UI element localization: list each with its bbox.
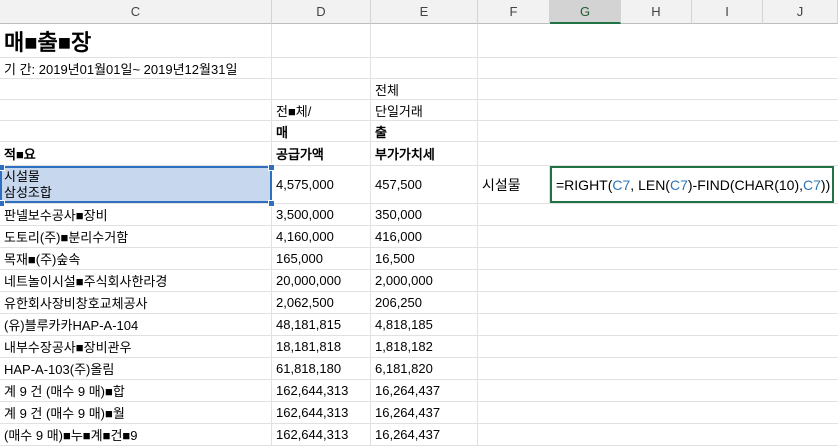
table-row: (유)블루카카HAP-A-104 48,181,815 4,818,185 <box>0 314 838 336</box>
report-title[interactable]: 매■출■장 <box>0 24 272 57</box>
cell[interactable] <box>272 58 371 78</box>
formula-part: )) <box>820 176 831 193</box>
formula-part: )-FIND(CHAR(10), <box>687 176 803 193</box>
column-header-e[interactable]: E <box>371 0 478 24</box>
formula-part: , LEN( <box>630 176 670 193</box>
vat-cell[interactable]: 206,250 <box>371 292 478 313</box>
table-row: 도토리(주)■분리수거함 4,160,000 416,000 <box>0 226 838 248</box>
column-header-g[interactable]: G <box>550 0 621 24</box>
supply-amount-cell[interactable]: 4,160,000 <box>272 226 371 247</box>
cell[interactable] <box>371 24 478 57</box>
header-whole[interactable]: 전■체/ <box>272 100 371 120</box>
column-header-j[interactable]: J <box>763 0 838 24</box>
row-header-2: 전■체/ 단일거래 <box>0 100 838 121</box>
selected-cell-c7[interactable]: 시설물 삼성조합 <box>0 166 272 203</box>
row-header-1: 전체 <box>0 79 838 100</box>
cell[interactable] <box>371 58 478 78</box>
description-cell[interactable]: 계 9 건 (매수 9 매)■합 <box>0 380 272 401</box>
row-header-3: 매 출 <box>0 121 838 142</box>
cell-line-1: 시설물 <box>4 168 40 184</box>
header-single-transaction[interactable]: 단일거래 <box>371 100 478 120</box>
table-row: 목재■(주)숲속 165,000 16,500 <box>0 248 838 270</box>
column-header-i[interactable]: I <box>692 0 763 24</box>
header-sales-2[interactable]: 출 <box>371 121 478 141</box>
cell-line-2: 삼성조합 <box>4 184 52 200</box>
formula-ref: C7 <box>669 176 688 193</box>
vat-cell[interactable]: 16,264,437 <box>371 380 478 401</box>
column-header-h[interactable]: H <box>621 0 692 24</box>
description-cell[interactable]: 내부수장공사■장비관우 <box>0 336 272 357</box>
vat-cell[interactable]: 6,181,820 <box>371 358 478 379</box>
header-supply-amount[interactable]: 공급가액 <box>272 142 371 165</box>
formula-ref: C7 <box>612 176 631 193</box>
vat-cell[interactable]: 350,000 <box>371 204 478 225</box>
fill-handle[interactable] <box>268 200 275 207</box>
header-vat[interactable]: 부가가치세 <box>371 142 478 165</box>
description-cell[interactable]: (유)블루카카HAP-A-104 <box>0 314 272 335</box>
header-description[interactable]: 적■요 <box>0 142 272 165</box>
supply-amount-cell[interactable]: 2,062,500 <box>272 292 371 313</box>
vat-cell[interactable]: 16,264,437 <box>371 402 478 423</box>
vat-cell[interactable]: 4,818,185 <box>371 314 478 335</box>
vat-cell[interactable]: 1,818,182 <box>371 336 478 357</box>
vat-cell[interactable]: 16,264,437 <box>371 424 478 445</box>
header-total[interactable]: 전체 <box>371 79 478 99</box>
selection-handle[interactable] <box>268 164 275 171</box>
supply-amount-cell[interactable]: 18,181,818 <box>272 336 371 357</box>
cell[interactable] <box>0 79 272 99</box>
amount-cell[interactable]: 4,575,000 <box>272 166 371 203</box>
table-row: 유한회사장비창호교체공사 2,062,500 206,250 <box>0 292 838 314</box>
vat-cell[interactable]: 2,000,000 <box>371 270 478 291</box>
table-row: 네트놀이시설■주식회사한라경 20,000,000 2,000,000 <box>0 270 838 292</box>
cell[interactable] <box>0 100 272 120</box>
supply-amount-cell[interactable]: 162,644,313 <box>272 380 371 401</box>
cell[interactable] <box>272 79 371 99</box>
header-sales-1[interactable]: 매 <box>272 121 371 141</box>
supply-amount-cell[interactable]: 162,644,313 <box>272 402 371 423</box>
formula-edit-cell-g7[interactable]: =RIGHT(C7, LEN(C7)-FIND(CHAR(10), C7)) <box>550 166 834 203</box>
description-cell[interactable]: 계 9 건 (매수 9 매)■월 <box>0 402 272 423</box>
supply-amount-cell[interactable]: 48,181,815 <box>272 314 371 335</box>
vat-cell[interactable]: 16,500 <box>371 248 478 269</box>
description-cell[interactable]: (매수 9 매)■누■계■건■9 <box>0 424 272 445</box>
description-cell[interactable]: 네트놀이시설■주식회사한라경 <box>0 270 272 291</box>
formula-part: =RIGHT( <box>556 176 613 193</box>
table-row: HAP-A-103(주)올림 61,818,180 6,181,820 <box>0 358 838 380</box>
supply-amount-cell[interactable]: 20,000,000 <box>272 270 371 291</box>
table-row: 계 9 건 (매수 9 매)■월 162,644,313 16,264,437 <box>0 402 838 424</box>
row-column-titles: 적■요 공급가액 부가가치세 <box>0 142 838 166</box>
cell[interactable] <box>0 121 272 141</box>
supply-amount-cell[interactable]: 165,000 <box>272 248 371 269</box>
table-row: 내부수장공사■장비관우 18,181,818 1,818,182 <box>0 336 838 358</box>
row-title: 매■출■장 <box>0 24 838 58</box>
period-text[interactable]: 기 간: 2019년01월01일~ 2019년12월31일 <box>0 58 272 78</box>
tax-cell[interactable]: 457,500 <box>371 166 478 203</box>
supply-amount-cell[interactable]: 3,500,000 <box>272 204 371 225</box>
description-cell[interactable]: 도토리(주)■분리수거함 <box>0 226 272 247</box>
description-cell[interactable]: 유한회사장비창호교체공사 <box>0 292 272 313</box>
vat-cell[interactable]: 416,000 <box>371 226 478 247</box>
result-cell-f7[interactable]: 시설물 <box>478 166 550 203</box>
supply-amount-cell[interactable]: 162,644,313 <box>272 424 371 445</box>
spreadsheet-grid: C D E F G H I J 매■출■장 기 간: 2019년01월01일~ … <box>0 0 838 448</box>
supply-amount-cell[interactable]: 61,818,180 <box>272 358 371 379</box>
table-row: 판넬보수공사■장비 3,500,000 350,000 <box>0 204 838 226</box>
column-header-d[interactable]: D <box>272 0 371 24</box>
formula-ref: C7 <box>803 176 821 193</box>
column-header-c[interactable]: C <box>0 0 272 24</box>
description-cell[interactable]: HAP-A-103(주)올림 <box>0 358 272 379</box>
cell[interactable] <box>272 24 371 57</box>
row-period: 기 간: 2019년01월01일~ 2019년12월31일 <box>0 58 838 79</box>
column-header-f[interactable]: F <box>478 0 550 24</box>
table-row: 계 9 건 (매수 9 매)■합 162,644,313 16,264,437 <box>0 380 838 402</box>
table-row: (매수 9 매)■누■계■건■9 162,644,313 16,264,437 <box>0 424 838 446</box>
selection-handle[interactable] <box>0 164 5 171</box>
selection-handle[interactable] <box>0 200 5 207</box>
row-7: 시설물 삼성조합 4,575,000 457,500 시설물 =RIGHT(C7… <box>0 166 838 204</box>
description-cell[interactable]: 판넬보수공사■장비 <box>0 204 272 225</box>
description-cell[interactable]: 목재■(주)숲속 <box>0 248 272 269</box>
